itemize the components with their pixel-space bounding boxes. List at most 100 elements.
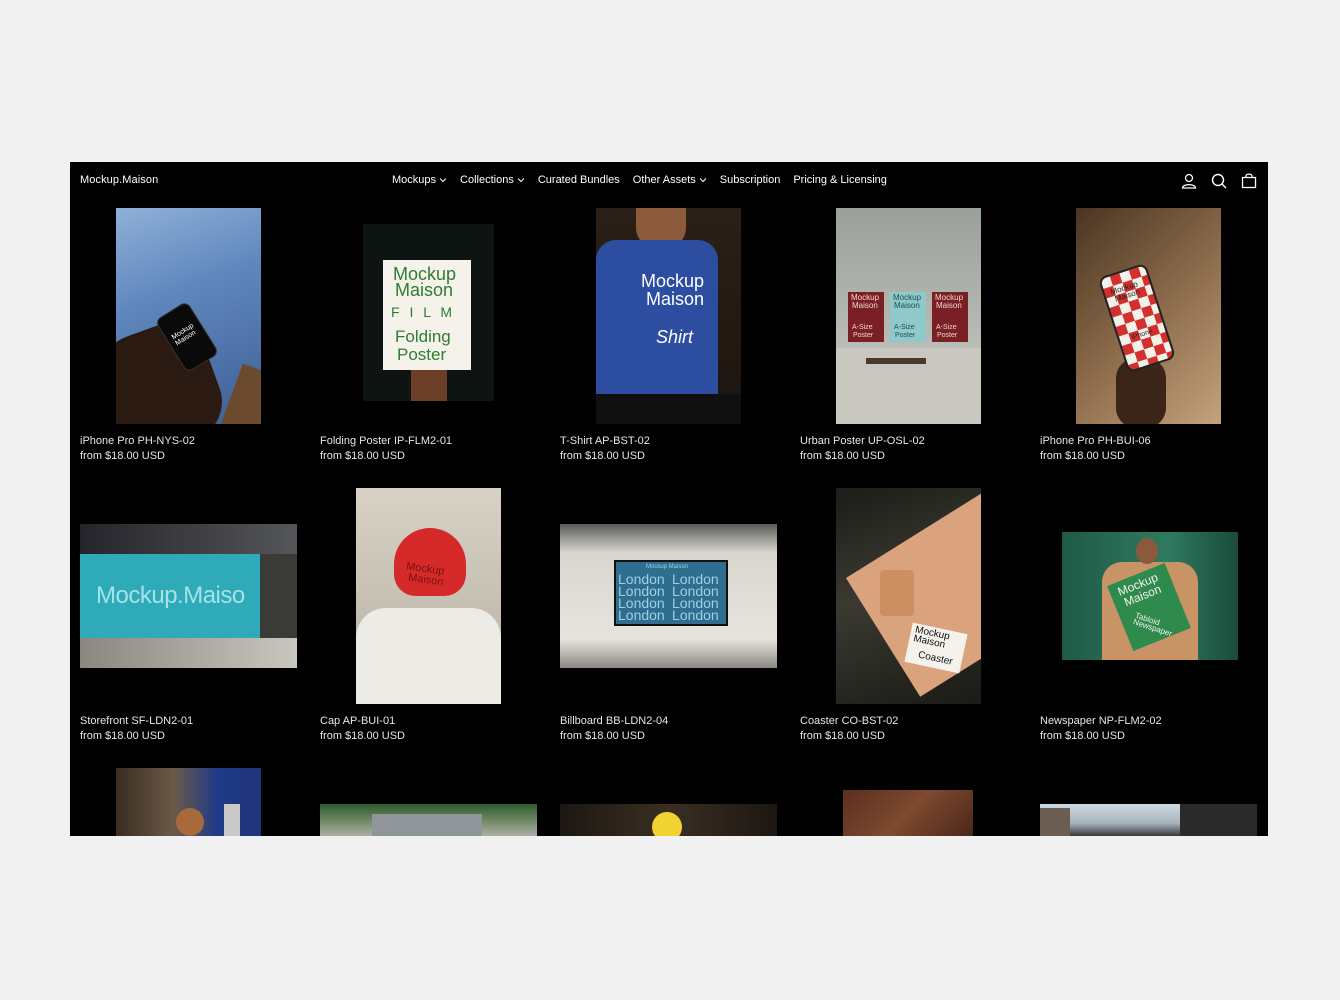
product-image-iphone[interactable]: Mockup Maison	[116, 208, 261, 424]
product-title[interactable]: Newspaper NP-FLM2-02	[1040, 715, 1162, 727]
chevron-down-icon	[699, 178, 707, 183]
product-card[interactable]: Mockup Maison Shirt T-Shirt AP-BST-02 fr…	[560, 208, 777, 468]
cap-line: Maison	[407, 571, 445, 589]
product-image-partial[interactable]	[1040, 804, 1257, 836]
poster-line: F I L M	[391, 304, 456, 320]
nav-curated-bundles[interactable]: Curated Bundles	[538, 174, 620, 186]
hoarding-panel: Mockup.Maiso	[80, 554, 260, 638]
product-title[interactable]: iPhone Pro PH-BUI-06	[1040, 435, 1151, 447]
billboard-word: London	[672, 607, 719, 623]
nav-label: Mockups	[392, 174, 437, 186]
nav-collections[interactable]: Collections	[460, 174, 525, 186]
product-image-partial[interactable]	[560, 804, 777, 836]
phone-text: Mockup Maison	[170, 322, 198, 348]
product-price: from $18.00 USD	[560, 730, 645, 742]
product-price: from $18.00 USD	[80, 730, 165, 742]
shelter-shape	[372, 814, 482, 836]
windows-shape	[80, 524, 297, 554]
nav-label: Pricing & Licensing	[793, 174, 887, 186]
product-card[interactable]: Mockup Maison A-Size Poster Mockup Maiso…	[800, 208, 1017, 468]
poster-panel: Mockup Maison A-Size Poster	[932, 292, 968, 342]
cart-icon[interactable]	[1240, 172, 1258, 190]
product-card[interactable]: Mockup Maison Coaster Coaster CO-BST-02 …	[800, 488, 1017, 748]
coaster-line: Coaster	[917, 649, 954, 668]
product-card[interactable]: Mockup Maison Tabloid Newspaper Newspape…	[1040, 488, 1257, 748]
product-image-partial[interactable]	[116, 768, 261, 836]
poster-line: Poster	[937, 332, 958, 339]
product-title[interactable]: Cap AP-BUI-01	[320, 715, 395, 727]
product-title[interactable]: iPhone Pro PH-NYS-02	[80, 435, 195, 447]
product-title[interactable]: Folding Poster IP-FLM2-01	[320, 435, 452, 447]
product-image-newspaper[interactable]: Mockup Maison Tabloid Newspaper	[1062, 532, 1238, 660]
head-shape	[176, 808, 204, 836]
poster-line: Poster	[853, 332, 874, 339]
poster-line: Maison	[894, 301, 920, 310]
shirt-shape: Mockup Maison Shirt	[596, 240, 718, 400]
shirt-line: Shirt	[656, 327, 694, 347]
product-card[interactable]: Mockup Maison London London London Londo…	[560, 488, 777, 748]
billboard-header: Mockup Maison	[646, 564, 689, 570]
product-card[interactable]: Mockup Maison F I L M Folding Poster Fol…	[320, 208, 537, 468]
nav-label: Curated Bundles	[537, 174, 620, 186]
wood-bench	[215, 363, 261, 424]
cap-shape: Mockup Maison	[394, 528, 466, 596]
product-image-tshirt[interactable]: Mockup Maison Shirt	[596, 208, 741, 424]
poster-line: Poster	[397, 345, 447, 364]
product-card[interactable]: Mockup Maison Cap AP-BUI-01 from $18.00 …	[320, 488, 537, 748]
site-frame: Mockup.Maison Mockups Collections Curate…	[70, 162, 1268, 836]
pavement-shape	[80, 638, 297, 668]
product-card[interactable]: Mockup.Maiso Storefront SF-LDN2-01 from …	[80, 488, 297, 748]
nav-label: Subscription	[719, 174, 781, 186]
table-shape	[596, 394, 741, 424]
poster-sheet: Mockup Maison F I L M Folding Poster	[383, 260, 471, 370]
sign-text: Mockup.Maiso	[96, 582, 245, 609]
product-title[interactable]: Urban Poster UP-OSL-02	[800, 435, 925, 447]
product-price: from $18.00 USD	[800, 730, 885, 742]
nav-subscription[interactable]: Subscription	[720, 174, 781, 186]
product-price: from $18.00 USD	[1040, 450, 1125, 462]
product-image-partial[interactable]	[320, 804, 537, 836]
poster-panel: Mockup Maison A-Size Poster	[848, 292, 884, 342]
header-icons	[1180, 172, 1258, 190]
phone-device: Mockup Maison iPhone	[1097, 262, 1177, 374]
product-title[interactable]: Billboard BB-LDN2-04	[560, 715, 668, 727]
search-icon[interactable]	[1210, 172, 1228, 190]
bench-shape	[866, 358, 926, 364]
poster-line: Maison	[852, 301, 878, 310]
product-image-coaster[interactable]: Mockup Maison Coaster	[836, 488, 981, 704]
poster-line: A-Size	[894, 324, 915, 331]
nav-pricing-licensing[interactable]: Pricing & Licensing	[793, 174, 887, 186]
nav-other-assets[interactable]: Other Assets	[633, 174, 707, 186]
chevron-down-icon	[439, 178, 447, 183]
product-image-partial[interactable]	[843, 790, 973, 836]
product-card[interactable]: Mockup Maison iPhone iPhone Pro PH-BUI-0…	[1040, 208, 1257, 468]
poster-line: A-Size	[852, 324, 873, 331]
product-image-iphone-red[interactable]: Mockup Maison iPhone	[1076, 208, 1221, 424]
nav-label: Other Assets	[632, 174, 696, 186]
product-price: from $18.00 USD	[320, 730, 405, 742]
product-image-billboard[interactable]: Mockup Maison London London London Londo…	[560, 524, 777, 668]
account-icon[interactable]	[1180, 172, 1198, 190]
product-image-storefront[interactable]: Mockup.Maiso	[80, 524, 297, 668]
product-title[interactable]: Coaster CO-BST-02	[800, 715, 898, 727]
head-shape	[1136, 538, 1158, 564]
product-image-urban-poster[interactable]: Mockup Maison A-Size Poster Mockup Maiso…	[836, 208, 981, 424]
hat-shape	[652, 812, 682, 836]
product-title[interactable]: T-Shirt AP-BST-02	[560, 435, 650, 447]
product-image-cap[interactable]: Mockup Maison	[356, 488, 501, 704]
poster-line: Poster	[895, 332, 916, 339]
glass-shape	[880, 570, 914, 616]
product-image-folding-poster[interactable]: Mockup Maison F I L M Folding Poster	[363, 224, 494, 401]
shirt-line: Mockup	[641, 271, 705, 291]
chevron-down-icon	[517, 178, 525, 183]
product-price: from $18.00 USD	[800, 450, 885, 462]
poster-line: Maison	[395, 280, 454, 300]
product-title[interactable]: Storefront SF-LDN2-01	[80, 715, 193, 727]
site-logo[interactable]: Mockup.Maison	[80, 174, 158, 186]
product-card[interactable]: Mockup Maison iPhone Pro PH-NYS-02 from …	[80, 208, 297, 468]
product-price: from $18.00 USD	[80, 450, 165, 462]
nav-mockups[interactable]: Mockups	[392, 174, 447, 186]
main-nav: Mockups Collections Curated Bundles Othe…	[392, 174, 887, 186]
poster-line: Folding	[395, 327, 451, 346]
poster-line: Maison	[936, 301, 962, 310]
